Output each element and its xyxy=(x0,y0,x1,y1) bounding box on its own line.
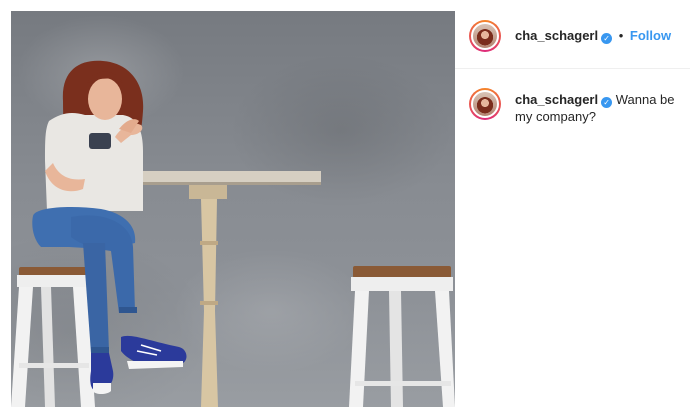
post-photo[interactable] xyxy=(11,11,455,407)
follow-button[interactable]: Follow xyxy=(630,28,671,43)
post-header: cha_schagerl ✓ • Follow xyxy=(455,11,690,69)
post-caption: cha_schagerl ✓ Wanna be my company? xyxy=(515,91,680,125)
separator-dot: • xyxy=(618,28,624,43)
caption-author-avatar[interactable] xyxy=(469,88,501,120)
verified-badge-icon: ✓ xyxy=(601,33,613,44)
header-username[interactable]: cha_schagerl xyxy=(515,28,598,43)
caption-username[interactable]: cha_schagerl xyxy=(515,92,598,107)
avatar-image xyxy=(471,22,499,50)
post-sidebar: cha_schagerl ✓ • Follow cha_schagerl ✓ Wan… xyxy=(455,11,700,407)
instagram-post: cha_schagerl ✓ • Follow cha_schagerl ✓ Wan… xyxy=(0,0,700,415)
avatar-image xyxy=(471,90,499,118)
header-username-line: cha_schagerl ✓ • Follow xyxy=(515,28,671,44)
left-stool xyxy=(11,267,95,407)
author-avatar[interactable] xyxy=(469,20,501,52)
right-stool xyxy=(349,266,455,407)
verified-badge-icon: ✓ xyxy=(601,97,613,108)
woman xyxy=(32,60,187,394)
photo-illustration xyxy=(11,60,455,407)
